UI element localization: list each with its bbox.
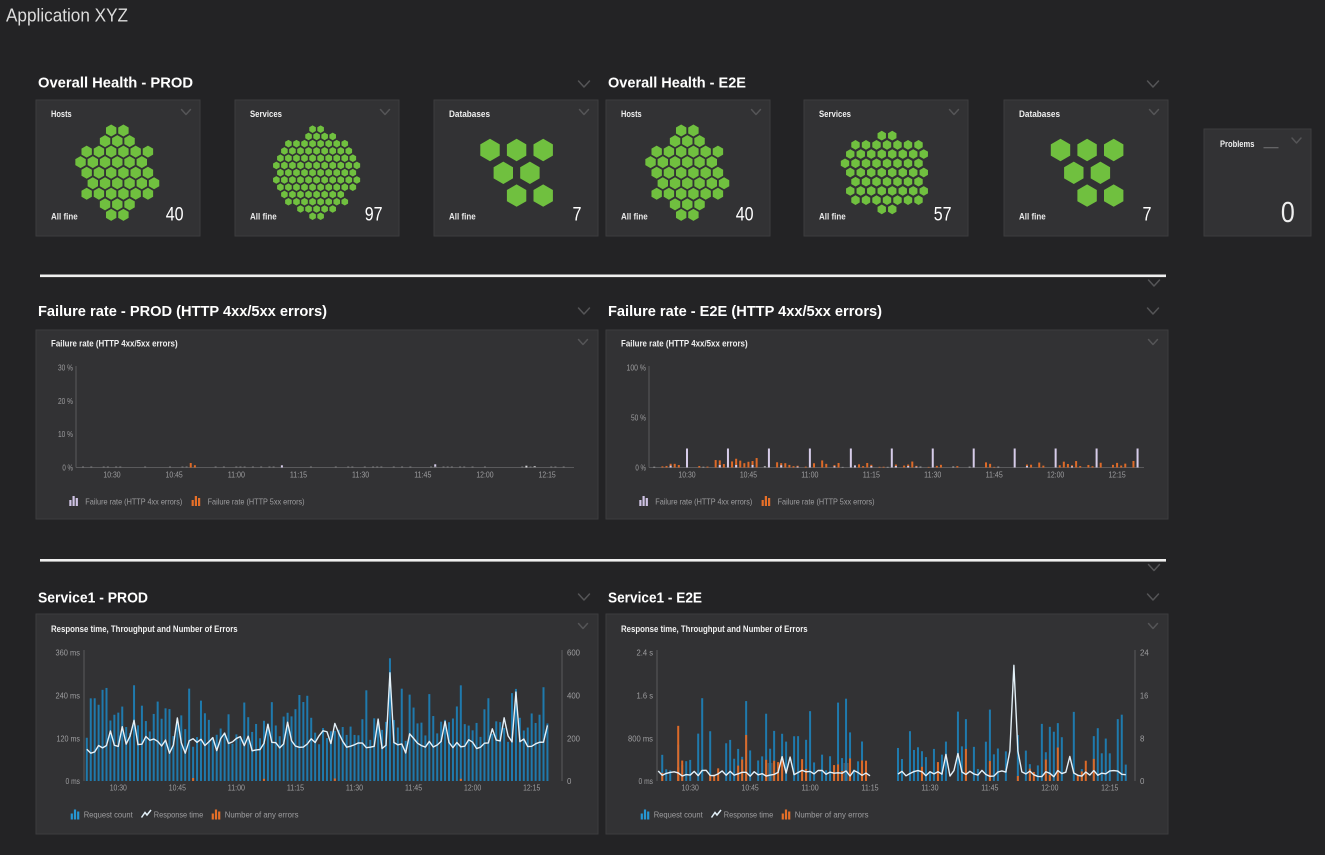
- svg-text:Hosts: Hosts: [51, 109, 72, 120]
- svg-text:Number of any errors: Number of any errors: [795, 809, 869, 819]
- svg-text:24: 24: [1140, 648, 1149, 658]
- svg-text:12:00: 12:00: [476, 470, 493, 480]
- svg-text:0 ms: 0 ms: [639, 776, 654, 786]
- svg-text:0: 0: [567, 776, 572, 786]
- svg-text:0 %: 0 %: [635, 463, 646, 473]
- svg-text:30 %: 30 %: [58, 363, 73, 373]
- svg-text:11:45: 11:45: [405, 783, 422, 793]
- svg-text:Problems: Problems: [1220, 139, 1254, 150]
- svg-text:10 %: 10 %: [58, 429, 73, 439]
- svg-text:Response time, Throughput and: Response time, Throughput and Number of …: [621, 624, 808, 635]
- svg-text:Failure rate (HTTP 4xx errors): Failure rate (HTTP 4xx errors): [655, 496, 752, 506]
- svg-text:Application XYZ: Application XYZ: [6, 6, 128, 26]
- svg-text:11:30: 11:30: [921, 783, 938, 793]
- svg-text:Failure rate - PROD (HTTP 4xx/: Failure rate - PROD (HTTP 4xx/5xx errors…: [38, 303, 327, 320]
- svg-text:Failure rate - E2E (HTTP 4xx/5: Failure rate - E2E (HTTP 4xx/5xx errors): [608, 303, 882, 320]
- svg-text:200: 200: [567, 733, 580, 743]
- svg-text:100 %: 100 %: [627, 363, 647, 373]
- svg-text:Failure rate (HTTP 4xx/5xx err: Failure rate (HTTP 4xx/5xx errors): [51, 338, 178, 349]
- svg-text:10:30: 10:30: [678, 470, 695, 480]
- svg-text:11:45: 11:45: [414, 470, 431, 480]
- svg-text:All fine: All fine: [250, 212, 277, 223]
- svg-text:Service1 - E2E: Service1 - E2E: [608, 590, 702, 607]
- svg-text:0: 0: [1281, 197, 1295, 229]
- svg-text:50 %: 50 %: [631, 413, 646, 423]
- svg-text:All fine: All fine: [1019, 212, 1046, 223]
- svg-text:Services: Services: [250, 109, 282, 120]
- svg-text:12:15: 12:15: [1101, 783, 1118, 793]
- svg-text:240 ms: 240 ms: [56, 691, 81, 701]
- svg-text:360 ms: 360 ms: [56, 648, 81, 658]
- svg-text:7: 7: [1143, 203, 1152, 225]
- svg-text:20 %: 20 %: [58, 396, 73, 406]
- svg-text:120 ms: 120 ms: [57, 733, 81, 743]
- svg-text:Request count: Request count: [654, 809, 704, 819]
- svg-text:40: 40: [166, 203, 184, 225]
- svg-text:Response time: Response time: [154, 809, 204, 819]
- svg-text:Failure rate (HTTP 4xx/5xx err: Failure rate (HTTP 4xx/5xx errors): [621, 338, 748, 349]
- svg-text:10:45: 10:45: [166, 470, 183, 480]
- svg-text:12:15: 12:15: [539, 470, 556, 480]
- svg-text:16: 16: [1140, 691, 1148, 701]
- svg-text:12:15: 12:15: [1108, 470, 1125, 480]
- svg-text:12:00: 12:00: [1047, 470, 1064, 480]
- svg-text:Overall Health - E2E: Overall Health - E2E: [608, 75, 746, 92]
- svg-text:11:15: 11:15: [863, 470, 880, 480]
- svg-text:11:00: 11:00: [228, 783, 245, 793]
- svg-text:40: 40: [736, 203, 754, 225]
- svg-text:10:30: 10:30: [110, 783, 127, 793]
- svg-text:10:45: 10:45: [740, 470, 757, 480]
- svg-text:11:45: 11:45: [986, 470, 1003, 480]
- svg-text:11:15: 11:15: [861, 783, 878, 793]
- svg-text:11:15: 11:15: [287, 783, 304, 793]
- svg-text:1.6 s: 1.6 s: [637, 691, 654, 701]
- svg-text:12:15: 12:15: [523, 783, 540, 793]
- svg-text:All fine: All fine: [819, 212, 846, 223]
- svg-text:600: 600: [567, 648, 580, 658]
- svg-text:11:15: 11:15: [290, 470, 307, 480]
- svg-text:Number of any errors: Number of any errors: [225, 809, 299, 819]
- svg-text:97: 97: [365, 203, 383, 225]
- svg-text:12:00: 12:00: [464, 783, 481, 793]
- svg-text:Failure rate (HTTP 5xx errors): Failure rate (HTTP 5xx errors): [208, 496, 305, 506]
- svg-text:2.4 s: 2.4 s: [637, 648, 654, 658]
- svg-text:0 %: 0 %: [62, 463, 73, 473]
- svg-text:All fine: All fine: [621, 212, 648, 223]
- svg-text:Failure rate (HTTP 5xx errors): Failure rate (HTTP 5xx errors): [778, 496, 875, 506]
- svg-text:Services: Services: [819, 109, 851, 120]
- svg-text:Service1 - PROD: Service1 - PROD: [38, 590, 148, 607]
- svg-text:11:00: 11:00: [228, 470, 245, 480]
- svg-text:800 ms: 800 ms: [628, 733, 653, 743]
- svg-text:11:00: 11:00: [801, 783, 818, 793]
- svg-text:Failure rate (HTTP 4xx errors): Failure rate (HTTP 4xx errors): [85, 496, 182, 506]
- svg-text:Response time: Response time: [724, 809, 774, 819]
- svg-text:All fine: All fine: [449, 212, 476, 223]
- svg-text:Databases: Databases: [449, 109, 490, 120]
- svg-text:11:45: 11:45: [981, 783, 998, 793]
- svg-text:Overall Health - PROD: Overall Health - PROD: [38, 75, 193, 92]
- svg-text:10:30: 10:30: [682, 783, 699, 793]
- svg-text:0: 0: [1140, 776, 1145, 786]
- svg-text:11:30: 11:30: [924, 470, 941, 480]
- svg-text:10:30: 10:30: [103, 470, 120, 480]
- svg-text:Hosts: Hosts: [621, 109, 642, 120]
- svg-text:11:30: 11:30: [352, 470, 369, 480]
- svg-text:11:00: 11:00: [801, 470, 818, 480]
- svg-text:10:45: 10:45: [169, 783, 186, 793]
- svg-text:Response time, Throughput and: Response time, Throughput and Number of …: [51, 624, 238, 635]
- svg-text:0 ms: 0 ms: [66, 776, 81, 786]
- svg-text:Databases: Databases: [1019, 109, 1060, 120]
- svg-text:12:00: 12:00: [1041, 783, 1058, 793]
- svg-text:57: 57: [934, 203, 952, 225]
- svg-text:400: 400: [567, 691, 580, 701]
- svg-text:10:45: 10:45: [742, 783, 759, 793]
- svg-text:8: 8: [1140, 733, 1145, 743]
- svg-text:7: 7: [573, 203, 582, 225]
- svg-text:11:30: 11:30: [346, 783, 363, 793]
- svg-text:Request count: Request count: [84, 809, 134, 819]
- svg-text:All fine: All fine: [51, 212, 78, 223]
